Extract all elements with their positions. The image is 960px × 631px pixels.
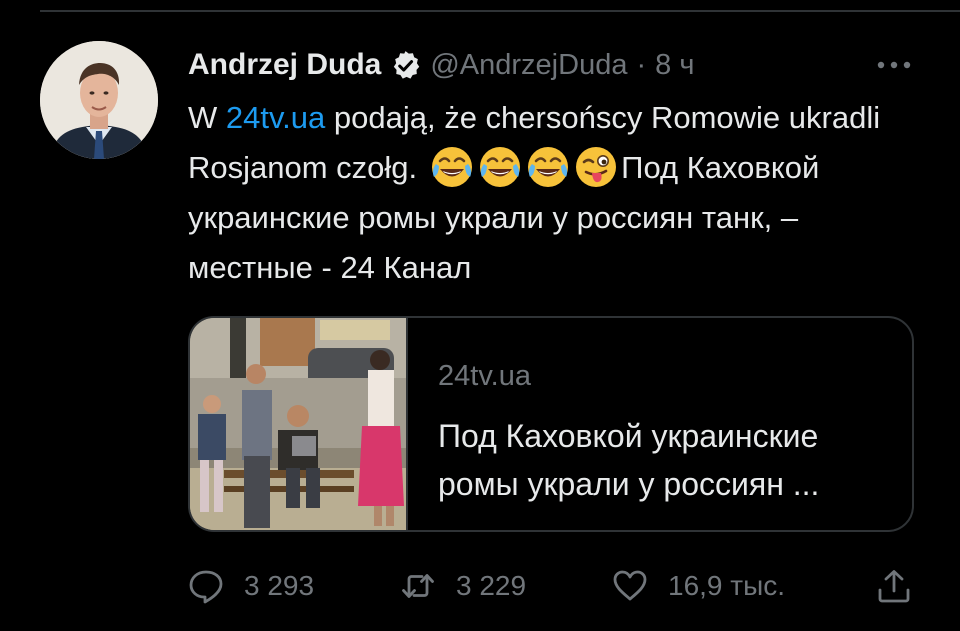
share-action[interactable] xyxy=(876,566,912,606)
like-count: 16,9 тыс. xyxy=(668,570,786,601)
card-title: Под Каховкой украинские ромы украли у ро… xyxy=(438,418,820,502)
tweet-link[interactable]: 24tv.ua xyxy=(226,100,325,135)
card-thumbnail xyxy=(190,318,406,530)
share-icon xyxy=(876,568,912,604)
retweet-count: 3 229 xyxy=(456,570,527,601)
more-options-icon[interactable] xyxy=(872,54,916,76)
tweet-text-prefix: W xyxy=(188,100,226,135)
link-preview-card[interactable]: 24tv.ua Под Каховкой украинские ромы укр… xyxy=(188,316,914,532)
winking-face-with-tongue-icon xyxy=(573,144,619,190)
face-with-tears-of-joy-icon xyxy=(525,144,571,190)
retweet-icon xyxy=(400,568,436,604)
header-separator: · xyxy=(636,48,647,81)
face-with-tears-of-joy-icon xyxy=(429,144,475,190)
timestamp[interactable]: 8 ч xyxy=(655,49,694,82)
emoji-group xyxy=(429,144,619,190)
tweet-header: Andrzej Duda @AndrzejDuda · 8 ч xyxy=(188,46,694,84)
retweet-action[interactable]: 3 229 xyxy=(400,566,526,606)
author-name[interactable]: Andrzej Duda xyxy=(188,48,381,82)
avatar-image xyxy=(40,41,158,159)
author-handle[interactable]: @AndrzejDuda xyxy=(430,49,627,82)
top-divider xyxy=(40,10,960,12)
reply-icon xyxy=(188,568,224,604)
like-action[interactable]: 16,9 тыс. xyxy=(612,566,785,606)
verified-badge-icon xyxy=(389,49,422,82)
avatar[interactable] xyxy=(40,41,158,159)
heart-icon xyxy=(612,568,648,604)
card-domain: 24tv.ua xyxy=(438,360,531,392)
tweet-text: W 24tv.ua podają, że chersońscy Romowie … xyxy=(188,93,908,293)
face-with-tears-of-joy-icon xyxy=(477,144,523,190)
reply-count: 3 293 xyxy=(244,570,315,601)
reply-action[interactable]: 3 293 xyxy=(188,566,314,606)
card-divider xyxy=(406,318,408,530)
